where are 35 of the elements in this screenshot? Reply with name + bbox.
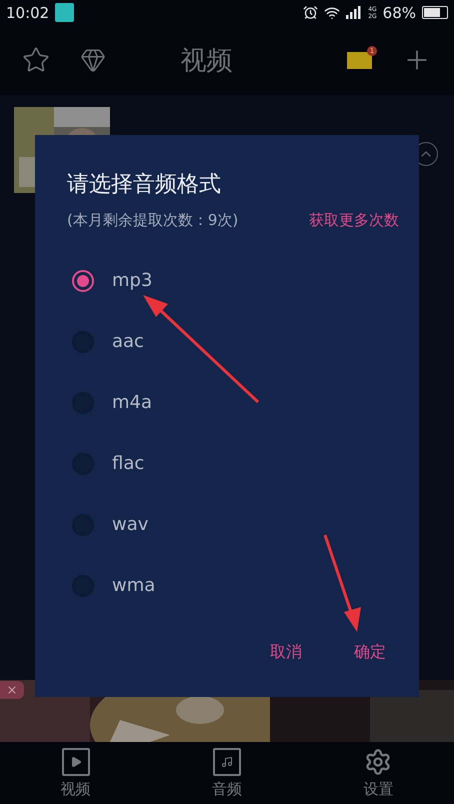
battery-percent: 68% [382,4,416,22]
music-note-icon [212,748,241,776]
nav-label[interactable]: 设置 [363,780,394,798]
radio-button[interactable] [72,514,94,536]
mail-icon[interactable] [347,52,372,68]
play-icon [62,748,90,776]
option-label[interactable]: m4a [112,392,152,413]
battery-icon [422,6,448,19]
dialog-title: 请选择音频格式 [67,171,222,199]
get-more-link[interactable]: 获取更多次数 [309,211,399,230]
alarm-icon [303,5,318,20]
scan-icon [55,3,74,22]
nav-label[interactable]: 音频 [212,780,242,798]
signal-icon [346,6,362,19]
remaining-count: (本月剩余提取次数：9次) [67,211,238,230]
radio-button[interactable] [72,452,94,474]
option-label[interactable]: aac [112,331,144,352]
settings-icon [364,748,392,776]
option-label[interactable]: flac [112,453,144,474]
option-label[interactable]: mp3 [112,270,152,291]
radio-button[interactable] [72,392,94,414]
status-time: 10:02 [6,4,50,22]
page-title: 视频 [180,44,234,78]
confirm-button[interactable]: 确定 [346,636,394,669]
wifi-icon [324,4,340,20]
radio-button[interactable] [72,574,94,596]
cancel-button[interactable]: 取消 [262,636,310,669]
close-icon[interactable] [0,681,24,699]
option-label[interactable]: wav [112,514,148,535]
option-label[interactable]: wma [112,575,156,596]
star-icon[interactable] [22,46,50,74]
diamond-icon[interactable] [80,47,106,73]
radio-button[interactable] [72,270,94,292]
nav-label[interactable]: 视频 [60,780,91,798]
radio-button[interactable] [72,330,94,352]
